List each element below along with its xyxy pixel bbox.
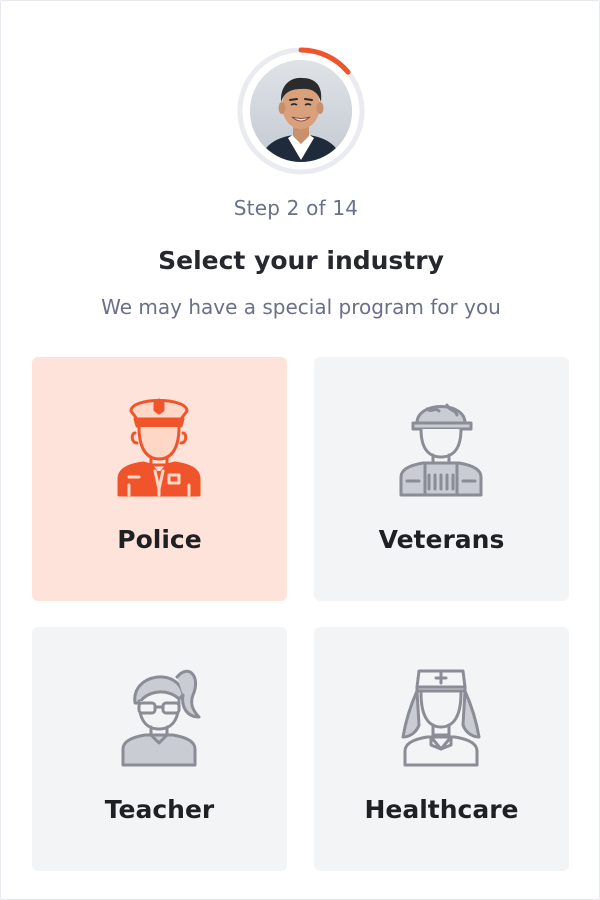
industry-option-veterans[interactable]: Veterans [314, 357, 569, 601]
option-label: Veterans [378, 525, 505, 554]
progress-avatar [236, 46, 366, 176]
nurse-icon [391, 659, 491, 769]
industry-option-healthcare[interactable]: Healthcare [314, 627, 569, 871]
teacher-icon [109, 659, 209, 769]
industry-option-police[interactable]: Police [32, 357, 287, 601]
page-title: Select your industry [158, 246, 444, 275]
option-label: Police [117, 525, 202, 554]
onboarding-panel: Step 2 of 14 Select your industry We may… [0, 0, 600, 900]
step-indicator: Step 2 of 14 [233, 196, 359, 220]
option-label: Healthcare [364, 795, 519, 824]
soldier-icon [391, 389, 491, 499]
option-label: Teacher [104, 795, 215, 824]
advisor-photo [250, 60, 352, 162]
industry-option-teacher[interactable]: Teacher [32, 627, 287, 871]
police-officer-icon [109, 389, 209, 499]
avatar [250, 60, 352, 162]
page-subtitle: We may have a special program for you [101, 295, 501, 319]
